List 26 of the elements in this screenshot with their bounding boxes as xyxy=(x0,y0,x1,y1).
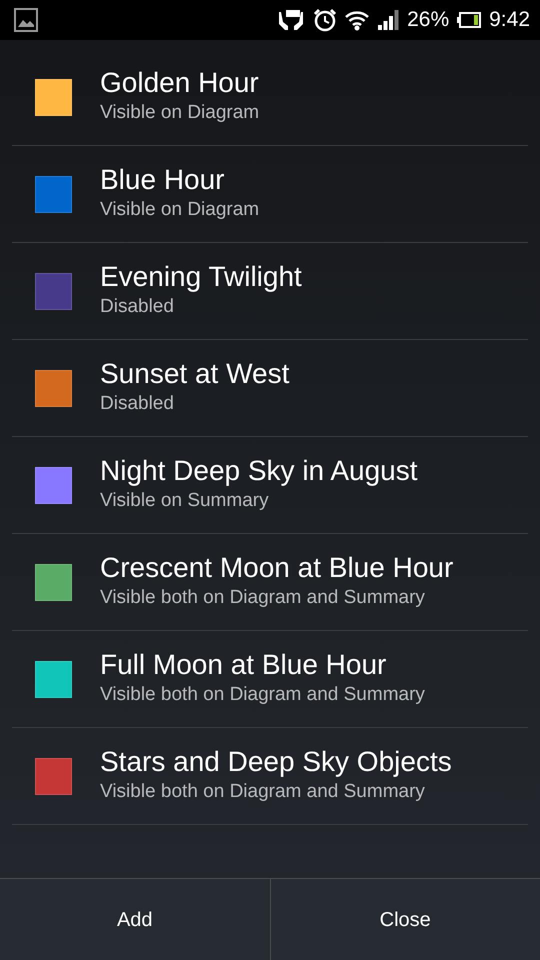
wifi-icon xyxy=(345,9,370,31)
picture-icon xyxy=(14,8,38,32)
item-title[interactable]: Stars and Deep Sky Objects xyxy=(100,746,452,778)
item-title[interactable]: Full Moon at Blue Hour xyxy=(100,648,425,681)
item-subtitle: Visible on Diagram xyxy=(100,100,260,125)
battery-percent: 26% xyxy=(407,7,450,34)
battery-icon xyxy=(457,12,482,28)
item-subtitle: Visible both on Diagram and Summary xyxy=(100,586,426,610)
alarm-icon xyxy=(313,8,338,32)
item-subtitle: Disabled xyxy=(100,392,175,416)
item-subtitle: Visible on Summary xyxy=(100,488,270,513)
item-title[interactable]: Crescent Moon at Blue Hour xyxy=(100,552,454,584)
signal-icon xyxy=(377,9,400,31)
item-title[interactable]: Golden Hour xyxy=(100,66,260,99)
item-title[interactable]: Night Deep Sky in August xyxy=(100,454,418,487)
item-title[interactable]: Sunset at West xyxy=(100,358,290,390)
item-subtitle: Disabled xyxy=(100,294,175,319)
item-title[interactable]: Blue Hour xyxy=(100,164,260,196)
item-subtitle: Visible on Diagram xyxy=(100,198,260,222)
item-title[interactable]: Evening Twilight xyxy=(100,260,302,293)
battery-in-hands-icon xyxy=(277,8,306,32)
item-subtitle: Visible both on Diagram and Summary xyxy=(100,780,426,804)
clock-time: 9:42 xyxy=(489,7,530,34)
add-button[interactable]: Add xyxy=(0,879,270,960)
close-button[interactable]: Close xyxy=(270,879,540,960)
item-subtitle: Visible both on Diagram and Summary xyxy=(100,682,425,707)
